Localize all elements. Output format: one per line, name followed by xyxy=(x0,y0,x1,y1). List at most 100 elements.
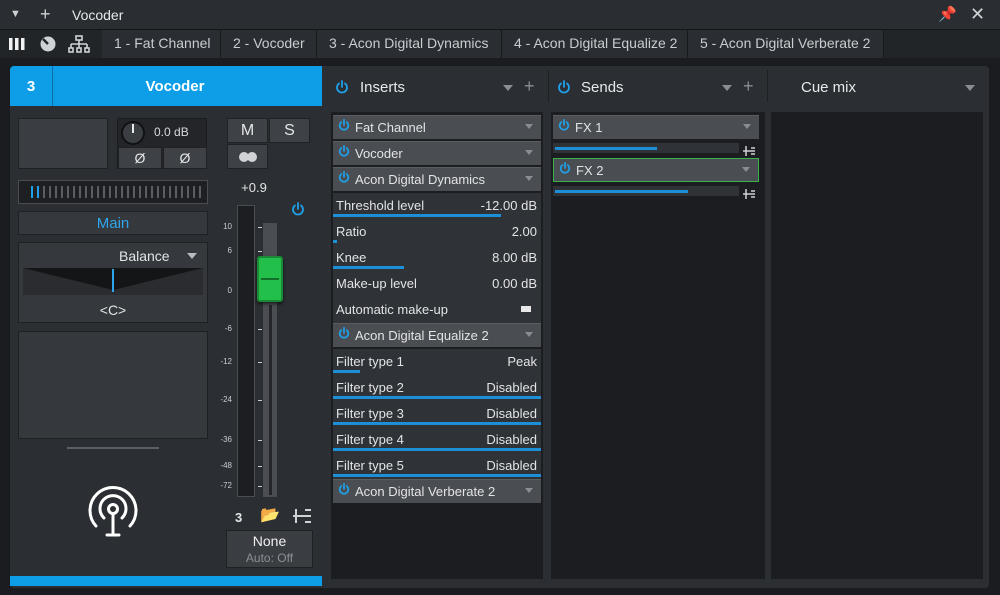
sends-menu-icon[interactable] xyxy=(722,85,732,91)
insert-slot[interactable]: Vocoder xyxy=(333,141,541,165)
insert-slot[interactable]: Acon Digital Dynamics xyxy=(333,167,541,191)
send-power-icon[interactable] xyxy=(559,161,571,174)
close-icon[interactable]: ✕ xyxy=(970,5,985,23)
insert-dropdown-icon[interactable] xyxy=(525,150,533,155)
tab-acon-verberate[interactable]: 5 - Acon Digital Verberate 2 xyxy=(688,30,884,58)
insert-power-icon[interactable] xyxy=(338,482,350,495)
insert-parameter[interactable]: Automatic make-up xyxy=(333,297,541,323)
send-level-slider[interactable] xyxy=(553,186,739,196)
power-icon[interactable] xyxy=(291,202,305,216)
tab-fat-channel[interactable]: 1 - Fat Channel xyxy=(102,30,221,58)
parameter-value: -12.00 dB xyxy=(480,198,537,213)
routing-view-icon[interactable] xyxy=(68,35,90,53)
parameter-level-bar xyxy=(333,240,337,243)
fader-scale-label: -72 xyxy=(220,481,232,490)
parameter-level-bar xyxy=(333,422,541,425)
mixer-view-icon[interactable] xyxy=(8,36,26,52)
insert-dropdown-icon[interactable] xyxy=(525,332,533,337)
insert-power-icon[interactable] xyxy=(338,118,350,131)
send-level-slider[interactable] xyxy=(553,143,739,153)
inserts-power-icon[interactable] xyxy=(335,80,349,94)
meter-segment xyxy=(193,186,195,198)
channel-notes-area[interactable] xyxy=(18,331,208,439)
phase-invert-right-button[interactable]: Ø xyxy=(163,147,207,169)
fader-handle[interactable] xyxy=(257,256,283,302)
pan-mode-label[interactable]: Balance xyxy=(119,248,170,264)
add-icon[interactable]: + xyxy=(40,5,51,23)
mute-button[interactable]: M xyxy=(227,118,268,143)
channel-header: 3 Vocoder xyxy=(10,66,322,106)
insert-dropdown-icon[interactable] xyxy=(525,176,533,181)
send-pan-icon[interactable] xyxy=(743,143,755,156)
meter-segment xyxy=(127,186,129,198)
sends-power-icon[interactable] xyxy=(557,80,571,94)
pin-icon[interactable]: 📌 xyxy=(938,7,957,23)
send-slot[interactable]: FX 1 xyxy=(553,115,759,139)
insert-slot[interactable]: Acon Digital Verberate 2 xyxy=(333,479,541,503)
send-pan-icon[interactable] xyxy=(743,186,755,199)
insert-power-icon[interactable] xyxy=(338,326,350,339)
automation-select[interactable]: None Auto: Off xyxy=(226,530,313,568)
meter-segment xyxy=(67,186,69,198)
meter-segment xyxy=(61,186,63,198)
monitor-button[interactable] xyxy=(227,144,268,169)
insert-power-icon[interactable] xyxy=(338,144,350,157)
input-slot[interactable] xyxy=(18,118,108,169)
insert-dropdown-icon[interactable] xyxy=(525,488,533,493)
tab-bar: 1 - Fat Channel 2 - Vocoder 3 - Acon Dig… xyxy=(0,30,1000,58)
send-dropdown-icon[interactable] xyxy=(743,124,751,129)
sends-add-icon[interactable]: + xyxy=(743,77,754,95)
tab-acon-dynamics[interactable]: 3 - Acon Digital Dynamics xyxy=(317,30,502,58)
insert-parameter[interactable]: Filter type 5 Disabled xyxy=(333,453,541,479)
inserts-menu-icon[interactable] xyxy=(503,85,513,91)
phase-invert-left-button[interactable]: Ø xyxy=(118,147,162,169)
gain-section: 0.0 dB Ø Ø xyxy=(117,118,207,169)
gain-knob[interactable] xyxy=(120,120,146,146)
link-icon xyxy=(238,152,257,162)
folder-icon[interactable]: 📂 xyxy=(260,508,280,524)
parameter-value: Disabled xyxy=(486,432,537,447)
insert-name: Acon Digital Verberate 2 xyxy=(355,484,496,499)
parameter-value: 8.00 dB xyxy=(492,250,537,265)
parameter-value: Peak xyxy=(507,354,537,369)
send-slot[interactable]: FX 2 xyxy=(553,158,759,182)
parameter-level-bar xyxy=(333,396,541,399)
output-select[interactable]: Main xyxy=(18,211,208,235)
tab-acon-equalize[interactable]: 4 - Acon Digital Equalize 2 xyxy=(502,30,688,58)
parameter-label: Knee xyxy=(336,250,367,265)
plugin-view-icon[interactable] xyxy=(39,35,57,53)
collapse-icon[interactable]: ▼ xyxy=(10,6,21,22)
meter-segment xyxy=(85,186,87,198)
insert-parameter[interactable]: Ratio 2.00 xyxy=(333,219,541,245)
insert-parameter[interactable]: Knee 8.00 dB xyxy=(333,245,541,271)
solo-button[interactable]: S xyxy=(269,118,310,143)
meter-segment xyxy=(175,186,177,198)
parameter-label: Threshold level xyxy=(336,198,425,213)
automation-state: Auto: Off xyxy=(245,551,294,565)
inserts-add-icon[interactable]: + xyxy=(524,77,535,95)
sends-list: FX 1 FX 2 xyxy=(551,112,765,579)
send-dropdown-icon[interactable] xyxy=(742,167,750,172)
insert-parameter[interactable]: Filter type 3 Disabled xyxy=(333,401,541,427)
insert-slot[interactable]: Fat Channel xyxy=(333,115,541,139)
insert-parameter[interactable]: Filter type 4 Disabled xyxy=(333,427,541,453)
cue-mix-menu-icon[interactable] xyxy=(965,85,975,91)
insert-parameter[interactable]: Filter type 1 Peak xyxy=(333,349,541,375)
insert-parameter[interactable]: Threshold level -12.00 dB xyxy=(333,193,541,219)
inserts-list: Fat Channel Vocoder Acon Digital Dynamics T… xyxy=(331,112,543,579)
meter-segment xyxy=(49,186,51,198)
pan-mode-dropdown-icon[interactable] xyxy=(187,253,197,259)
tab-vocoder[interactable]: 2 - Vocoder xyxy=(221,30,317,58)
insert-slot[interactable]: Acon Digital Equalize 2 xyxy=(333,323,541,347)
insert-power-icon[interactable] xyxy=(338,170,350,183)
insert-parameter[interactable]: Make-up level 0.00 dB xyxy=(333,271,541,297)
send-power-icon[interactable] xyxy=(558,118,570,131)
fader-scale-label: 10 xyxy=(223,222,232,231)
meter-segment xyxy=(97,186,99,198)
insert-dropdown-icon[interactable] xyxy=(525,124,533,129)
fader-options-icon[interactable] xyxy=(292,507,312,525)
auto-makeup-toggle[interactable] xyxy=(521,306,531,312)
insert-parameter[interactable]: Filter type 2 Disabled xyxy=(333,375,541,401)
channel-name[interactable]: Vocoder xyxy=(54,78,296,95)
pan-slider[interactable] xyxy=(23,268,203,295)
